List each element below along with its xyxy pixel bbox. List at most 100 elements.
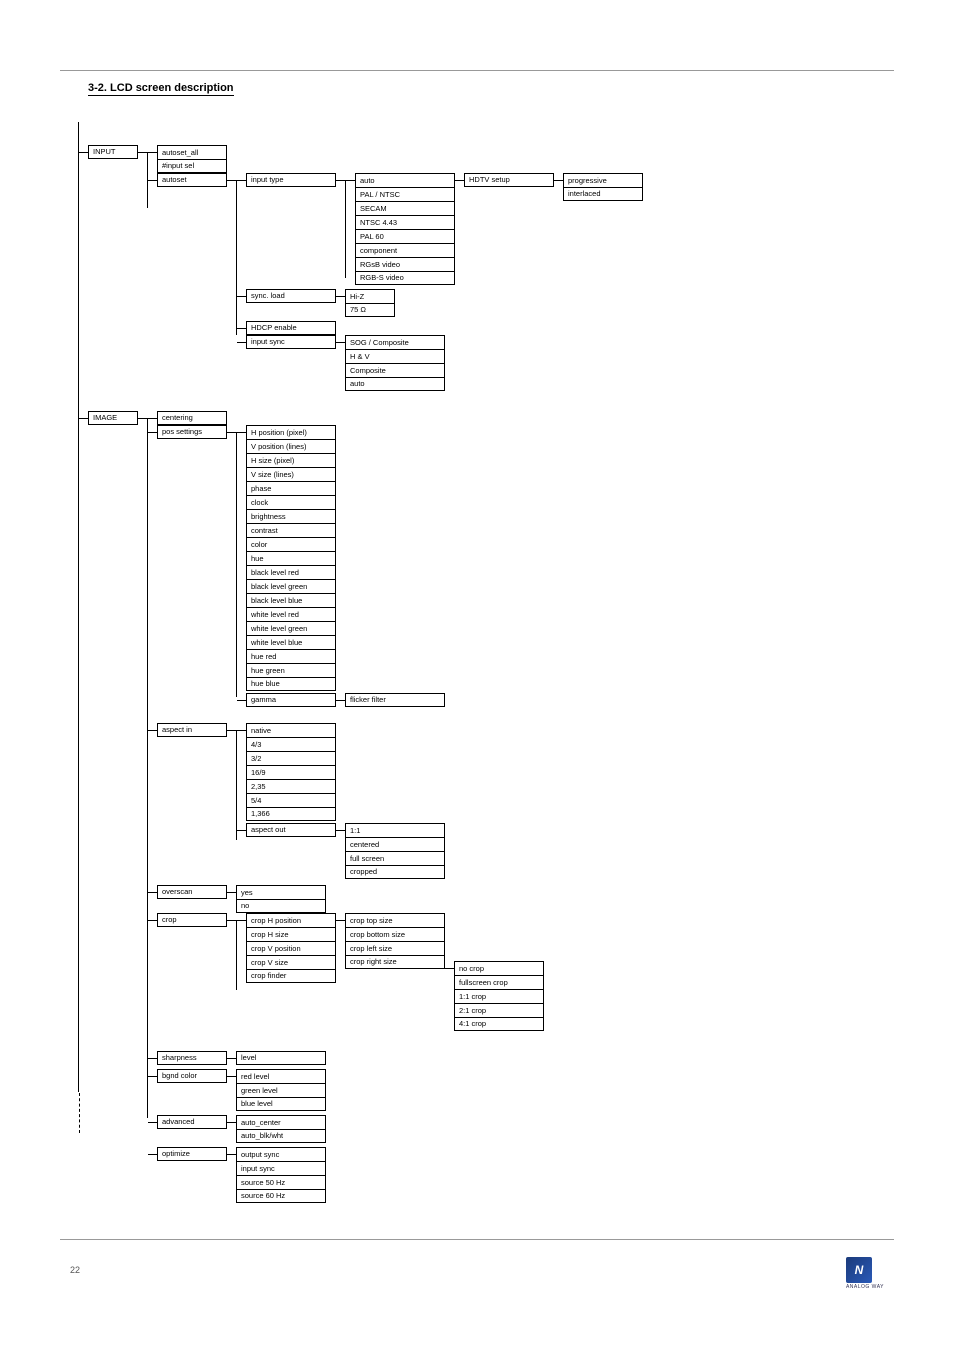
node-advanced: advanced xyxy=(157,1115,227,1129)
list-item: input sync xyxy=(236,1161,326,1175)
connector xyxy=(237,296,246,297)
connector xyxy=(227,1076,236,1077)
list-item: flicker filter xyxy=(345,693,445,707)
list-item: SOG / Composite xyxy=(345,335,445,349)
connector xyxy=(148,180,157,181)
list-item: output sync xyxy=(236,1147,326,1161)
node-image: IMAGE xyxy=(88,411,138,425)
connector xyxy=(148,892,157,893)
connector xyxy=(336,296,345,297)
list-item: 4/3 xyxy=(246,737,336,751)
logo-mark-icon: N xyxy=(846,1257,872,1283)
connector xyxy=(336,920,345,921)
brand-logo: N ANALOG WAY xyxy=(846,1257,884,1290)
footer-rule xyxy=(60,1239,894,1240)
list-item: crop bottom size xyxy=(345,927,445,941)
connector xyxy=(79,152,88,153)
list-item: color xyxy=(246,537,336,551)
list-item: level xyxy=(236,1051,326,1065)
node-optimize: optimize xyxy=(157,1147,227,1161)
list-item: progressive xyxy=(563,173,643,187)
list-item: full screen xyxy=(345,851,445,865)
connector xyxy=(237,700,246,701)
connector xyxy=(237,180,246,181)
page-number: 22 xyxy=(70,1265,80,1275)
connector xyxy=(138,152,147,153)
header-rule xyxy=(60,70,894,71)
list-item: hue xyxy=(246,551,336,565)
connector xyxy=(237,920,246,921)
node-centering: centering xyxy=(157,411,227,425)
connector xyxy=(336,180,345,181)
list-item: white level green xyxy=(246,621,336,635)
list-item: cropped xyxy=(345,865,445,879)
list-item: hue red xyxy=(246,649,336,663)
list-item: crop V size xyxy=(246,955,336,969)
list-item: black level blue xyxy=(246,593,336,607)
list-item: crop top size xyxy=(345,913,445,927)
node-sync-load: sync. load xyxy=(246,289,336,303)
node-autoset-all: autoset_all xyxy=(157,145,227,159)
connector xyxy=(138,418,147,419)
list-item: crop finder xyxy=(246,969,336,983)
list-item: 3/2 xyxy=(246,751,336,765)
node-bgnd-color: bgnd color xyxy=(157,1069,227,1083)
node-hdtv-setup: HDTV setup xyxy=(464,173,554,187)
list-item: phase xyxy=(246,481,336,495)
list-item: 2,35 xyxy=(246,779,336,793)
node-pos-settings: pos settings xyxy=(157,425,227,439)
list-item: NTSC 4.43 xyxy=(355,215,455,229)
list-item: black level green xyxy=(246,579,336,593)
list-item: source 50 Hz xyxy=(236,1175,326,1189)
list-item: brightness xyxy=(246,509,336,523)
connector xyxy=(227,892,236,893)
node-sharpness: sharpness xyxy=(157,1051,227,1065)
logo-text: ANALOG WAY xyxy=(846,1284,884,1290)
connector xyxy=(148,1122,157,1123)
connector xyxy=(227,180,236,181)
list-item: no xyxy=(236,899,326,913)
list-item: crop V position xyxy=(246,941,336,955)
connector xyxy=(554,180,563,181)
list-item: auto_center xyxy=(236,1115,326,1129)
list-item: Hi-Z xyxy=(345,289,395,303)
connector xyxy=(227,432,236,433)
list-item: RGB-S video xyxy=(355,271,455,285)
list-item: hue blue xyxy=(246,677,336,691)
connector xyxy=(148,432,157,433)
connector xyxy=(445,968,454,969)
node-input: INPUT xyxy=(88,145,138,159)
list-item: 1:1 crop xyxy=(454,989,544,1003)
list-item: native xyxy=(246,723,336,737)
connector xyxy=(148,1076,157,1077)
list-item: 2:1 crop xyxy=(454,1003,544,1017)
section-title: 3-2. LCD screen description xyxy=(88,82,234,96)
node-aspect-in: aspect in xyxy=(157,723,227,737)
list-item: 1:1 xyxy=(345,823,445,837)
connector xyxy=(336,342,345,343)
list-item: clock xyxy=(246,495,336,509)
connector xyxy=(237,432,246,433)
list-item: V size (lines) xyxy=(246,467,336,481)
dashed-continuation xyxy=(79,1093,80,1133)
node-hdcp-enable: HDCP enable xyxy=(246,321,336,335)
connector xyxy=(227,730,236,731)
list-item: black level red xyxy=(246,565,336,579)
list-item: 75 Ω xyxy=(345,303,395,317)
list-item: 16/9 xyxy=(246,765,336,779)
node-overscan: overscan xyxy=(157,885,227,899)
list-item: no crop xyxy=(454,961,544,975)
list-item: blue level xyxy=(236,1097,326,1111)
list-item: white level blue xyxy=(246,635,336,649)
node-input-sel: #input sel xyxy=(157,159,227,173)
list-item: auto xyxy=(355,173,455,187)
node-aspect-out: aspect out xyxy=(246,823,336,837)
connector xyxy=(227,1122,236,1123)
connector xyxy=(336,830,345,831)
connector xyxy=(227,1154,236,1155)
list-item: contrast xyxy=(246,523,336,537)
list-item: component xyxy=(355,243,455,257)
list-item: crop right size xyxy=(345,955,445,969)
pos-settings-list: H position (pixel) V position (lines) H … xyxy=(246,425,336,691)
connector xyxy=(237,830,246,831)
